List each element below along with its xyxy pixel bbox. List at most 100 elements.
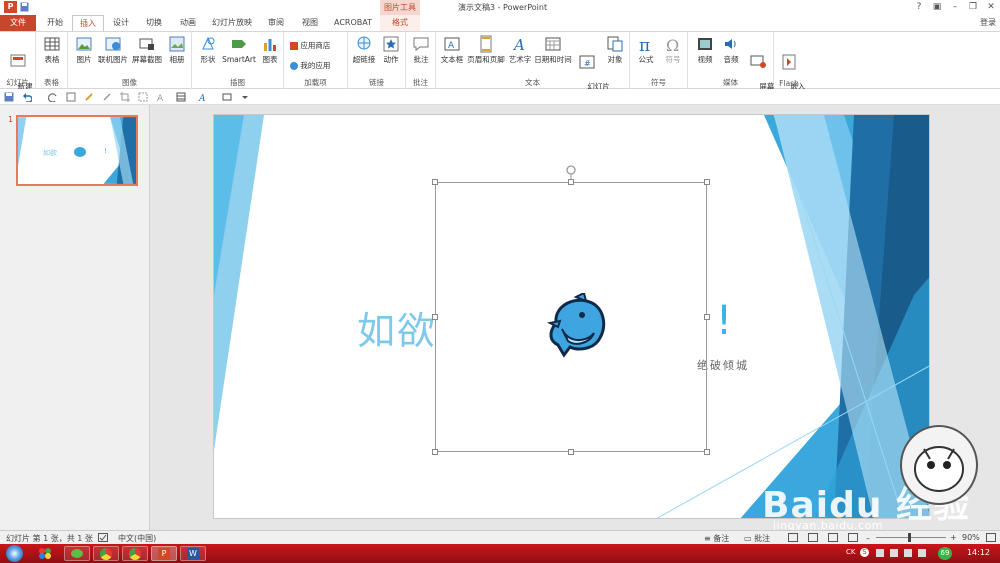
save-icon[interactable] — [4, 92, 14, 102]
comment-button[interactable]: 批注 — [408, 35, 434, 64]
close-button[interactable]: ✕ — [984, 1, 998, 13]
group-label-images: 图像 — [122, 78, 137, 87]
resize-handle-ne[interactable] — [704, 179, 710, 185]
date-time-button[interactable]: 日期和时间 — [533, 35, 573, 64]
object-button[interactable]: 对象 — [602, 35, 628, 64]
textbox-mini-icon[interactable] — [222, 92, 232, 102]
taskbar-word[interactable]: W — [180, 546, 206, 561]
tab-view[interactable]: 视图 — [295, 15, 325, 31]
zoom-slider[interactable] — [876, 537, 946, 538]
restore-button[interactable]: ❐ — [966, 1, 980, 13]
repeat-icon[interactable] — [66, 92, 76, 102]
minimize-button[interactable]: – — [948, 1, 962, 13]
textbox-button[interactable]: A 文本框 — [438, 35, 466, 64]
tab-acrobat[interactable]: ACROBAT — [329, 15, 377, 31]
resize-handle-w[interactable] — [432, 314, 438, 320]
group-icon[interactable] — [138, 92, 148, 102]
tab-transitions[interactable]: 切换 — [139, 15, 169, 31]
taskbar-powerpoint[interactable]: P — [151, 546, 177, 561]
powerpoint-app-icon[interactable]: P — [4, 1, 17, 13]
slide-title-exclamation[interactable]: ! — [716, 298, 732, 344]
equation-button[interactable]: π 公式 — [632, 35, 660, 64]
tab-file[interactable]: 文件 — [0, 15, 36, 31]
rotate-handle-icon[interactable] — [565, 165, 577, 179]
reading-view-icon[interactable] — [828, 533, 838, 542]
zoom-slider-thumb[interactable] — [908, 533, 911, 542]
pen-icon[interactable] — [102, 92, 112, 102]
resize-handle-s[interactable] — [568, 449, 574, 455]
taskbar-chrome-2[interactable] — [122, 546, 148, 561]
resize-handle-n[interactable] — [568, 179, 574, 185]
notes-button[interactable]: ≡ 备注 — [704, 533, 729, 544]
tab-animations[interactable]: 动画 — [172, 15, 204, 31]
table-mini-icon[interactable] — [176, 92, 186, 102]
language-indicator[interactable]: 中文(中国) — [118, 533, 156, 544]
resize-handle-sw[interactable] — [432, 449, 438, 455]
font-color-icon[interactable]: A — [156, 92, 166, 102]
network-icon[interactable] — [904, 549, 912, 557]
wordart-mini-icon[interactable]: A — [198, 92, 208, 102]
comments-button[interactable]: ▭ 批注 — [744, 533, 770, 544]
spell-check-icon[interactable] — [98, 533, 108, 542]
slide-title-left[interactable]: 如欲 — [357, 300, 437, 355]
sogou-ime-icon[interactable]: S — [860, 548, 869, 557]
chart-button[interactable]: 图表 — [258, 35, 282, 64]
system-clock[interactable]: 14:12 — [967, 548, 990, 557]
resize-handle-e[interactable] — [704, 314, 710, 320]
shapes-button[interactable]: 形状 — [195, 35, 221, 64]
security-badge[interactable]: 69 — [938, 547, 952, 560]
taskbar-chrome-1[interactable] — [93, 546, 119, 561]
pinwheel-app-icon[interactable] — [38, 547, 52, 560]
zoom-in-button[interactable]: + — [950, 533, 957, 542]
ime-indicator[interactable]: CK — [846, 548, 855, 556]
fit-slide-icon[interactable] — [986, 533, 996, 542]
tab-design[interactable]: 设计 — [106, 15, 136, 31]
tab-slideshow[interactable]: 幻灯片放映 — [207, 15, 257, 31]
picture-button[interactable]: 图片 — [71, 35, 97, 64]
app-store-button[interactable]: 应用商店 — [290, 40, 330, 51]
undo-icon[interactable] — [22, 92, 32, 102]
login-link[interactable]: 登录 — [980, 15, 996, 31]
customize-qat-icon[interactable] — [240, 92, 250, 102]
tray-icon-1[interactable] — [876, 549, 884, 557]
slideshow-view-icon[interactable] — [848, 533, 858, 542]
header-footer-button[interactable]: 页眉和页脚 — [466, 35, 506, 64]
help-button[interactable]: ? — [912, 1, 926, 13]
resize-handle-nw[interactable] — [432, 179, 438, 185]
format-painter-icon[interactable] — [84, 92, 94, 102]
slide-thumbnail-1[interactable]: 如欲 ! — [16, 115, 138, 186]
tab-review[interactable]: 审阅 — [261, 15, 291, 31]
tray-icon-2[interactable] — [890, 549, 898, 557]
zoom-level[interactable]: 90% — [962, 533, 980, 542]
table-button[interactable]: 表格 — [38, 35, 66, 64]
online-picture-button[interactable]: 联机图片 — [96, 35, 130, 64]
symbol-button[interactable]: Ω 符号 — [660, 35, 686, 64]
smartart-button[interactable]: SmartArt — [221, 35, 257, 64]
tab-home[interactable]: 开始 — [40, 15, 70, 31]
crop-icon[interactable] — [120, 92, 130, 102]
my-apps-button[interactable]: 我的应用 — [290, 60, 330, 71]
redo-icon[interactable] — [48, 92, 58, 102]
normal-view-icon[interactable] — [788, 533, 798, 542]
hyperlink-button[interactable]: 超链接 — [350, 35, 378, 64]
album-button[interactable]: 相册 — [165, 35, 189, 64]
save-icon[interactable] — [20, 2, 29, 12]
group-symbols: π 公式 Ω 符号 符号 — [630, 32, 688, 89]
wordart-button[interactable]: A 艺术字 — [506, 35, 534, 64]
video-button[interactable]: 视频 — [692, 35, 718, 64]
ribbon-display-options-icon[interactable]: ▣ — [930, 1, 944, 13]
resize-handle-se[interactable] — [704, 449, 710, 455]
tab-format[interactable]: 格式 — [380, 15, 420, 31]
slide-sorter-icon[interactable] — [808, 533, 818, 542]
selected-picture[interactable] — [432, 165, 710, 455]
star-action-icon — [383, 36, 399, 52]
shapes-icon — [202, 36, 215, 50]
taskbar-wechat[interactable] — [64, 546, 90, 561]
screenshot-button[interactable]: 屏幕截图 — [130, 35, 164, 64]
audio-button[interactable]: 音频 — [718, 35, 744, 64]
tab-insert[interactable]: 插入 — [72, 15, 104, 31]
action-button[interactable]: 动作 — [378, 35, 404, 64]
volume-icon[interactable] — [918, 549, 926, 557]
zoom-out-button[interactable]: – — [866, 534, 870, 543]
start-button-icon[interactable] — [6, 545, 23, 562]
